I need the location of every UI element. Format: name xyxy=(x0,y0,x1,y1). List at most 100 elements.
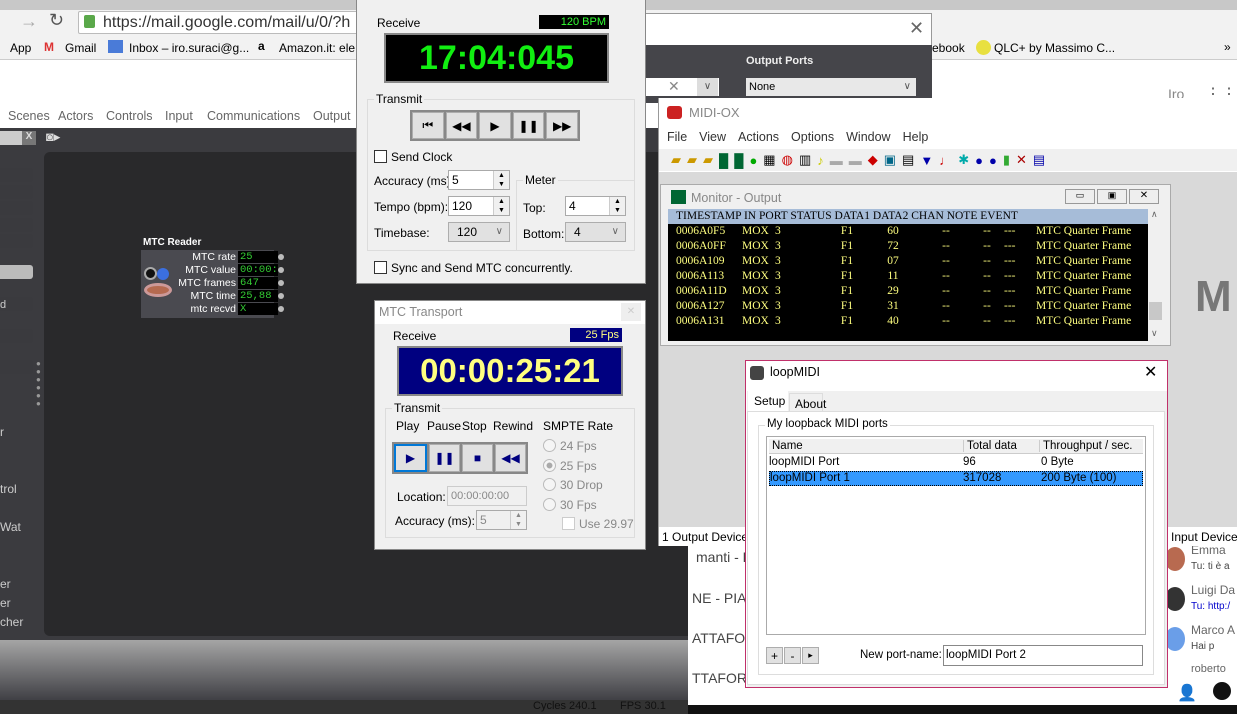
monitor-output-icon[interactable]: █ xyxy=(734,153,743,168)
column-throughput[interactable]: Throughput / sec. xyxy=(1039,440,1133,452)
menu-window[interactable]: Window xyxy=(846,130,890,144)
rate-radio-30-drop[interactable]: 30 Drop xyxy=(543,478,603,492)
midi-icon[interactable]: ◆ xyxy=(868,152,878,168)
guitar-icon[interactable]: ♪ xyxy=(817,153,824,168)
input-port-select[interactable]: ✕ ∨ xyxy=(641,78,719,96)
tempo-spinner[interactable]: 120 ▲ ▼ xyxy=(448,196,510,216)
monitor-input-icon[interactable]: █ xyxy=(719,153,728,168)
fast-forward-button[interactable]: ▶▶ xyxy=(546,112,578,139)
meter-top-spinner[interactable]: 4 ▲ ▼ xyxy=(565,196,626,216)
sidebar-item[interactable] xyxy=(0,185,33,199)
rate-radio-30[interactable]: 30 Fps xyxy=(543,498,597,512)
outlet-port[interactable] xyxy=(278,280,284,286)
location-field[interactable]: 00:00:00:00 xyxy=(447,486,527,506)
spinner-arrows-icon[interactable]: ▲ ▼ xyxy=(609,197,625,215)
menu-controls[interactable]: Controls xyxy=(106,109,153,123)
menu-communications[interactable]: Communications xyxy=(207,109,300,123)
tab-setup[interactable]: Setup xyxy=(748,391,788,413)
column-name[interactable]: Name xyxy=(772,440,803,452)
sync-mtc-checkbox[interactable]: Sync and Send MTC concurrently. xyxy=(374,261,573,275)
port-routing-icon[interactable]: ● xyxy=(749,153,757,168)
monitor-scrollbar[interactable]: ∧ ∨ xyxy=(1148,209,1163,341)
scroll-up-icon[interactable]: ∧ xyxy=(1151,209,1158,220)
output-port-select[interactable]: None ∨ xyxy=(746,78,916,96)
rewind-button[interactable]: ◀◀ xyxy=(495,444,526,472)
tab-about[interactable]: About xyxy=(789,393,826,413)
maximize-button[interactable]: ▣ xyxy=(1097,189,1127,204)
sidebar-item[interactable] xyxy=(0,201,33,215)
scroll-thumb[interactable] xyxy=(1149,302,1162,320)
note-mapping-icon[interactable]: ♩ xyxy=(939,153,952,168)
monitor-row[interactable]: 0006A113 MOX 3 F1 11 -- -- --- MTC Quarter Frame xyxy=(676,269,1148,284)
use-2997-checkbox[interactable]: Use 29.97 xyxy=(562,517,634,531)
close-icon[interactable]: ✕ xyxy=(1016,152,1027,168)
monitor-row[interactable]: 0006A0FF MOX 3 F1 72 -- -- --- MTC Quarter Frame xyxy=(676,239,1148,254)
send-clock-checkbox[interactable]: Send Clock xyxy=(374,150,452,164)
device2-icon[interactable]: ▬ xyxy=(849,153,862,168)
stop-button[interactable]: ■ xyxy=(462,444,493,472)
clear-icon[interactable]: X xyxy=(22,131,36,145)
bookmark-amazon[interactable]: Amazon.it: ele xyxy=(279,41,355,55)
filter-icon[interactable]: ▼ xyxy=(920,153,933,168)
sidebar-item-selected[interactable] xyxy=(0,265,33,279)
outlet-port[interactable] xyxy=(278,267,284,273)
spinner-arrows-icon[interactable]: ▲ ▼ xyxy=(510,511,526,529)
email-row[interactable]: manti - E xyxy=(696,549,752,565)
menu-actors[interactable]: Actors xyxy=(58,109,93,123)
menu-input[interactable]: Input xyxy=(165,109,193,123)
monitor-row[interactable]: 0006A11D MOX 3 F1 29 -- -- --- MTC Quarter Frame xyxy=(676,284,1148,299)
rewind-button[interactable]: ◀◀ xyxy=(445,112,478,139)
camera-icon[interactable]: ◙▸ xyxy=(46,129,60,145)
play-button[interactable]: ▶ xyxy=(394,444,427,472)
reload-icon[interactable]: ↻ xyxy=(49,10,64,31)
menu-scenes[interactable]: Scenes xyxy=(8,109,50,123)
device-icon[interactable]: ▬ xyxy=(830,153,843,168)
midi-port-icon[interactable]: ● xyxy=(975,153,983,168)
window-list-icon[interactable]: ▤ xyxy=(1033,152,1045,168)
spinner-arrows-icon[interactable]: ▲ ▼ xyxy=(493,197,509,215)
close-button[interactable]: ✕ xyxy=(1129,189,1159,204)
rate-radio-24[interactable]: 24 Fps xyxy=(543,439,597,453)
bookmark-facebook[interactable]: ebook xyxy=(932,41,965,55)
close-icon[interactable]: ✕ xyxy=(668,78,680,95)
monitor-row[interactable]: 0006A109 MOX 3 F1 07 -- -- --- MTC Quarter Frame xyxy=(676,254,1148,269)
person-icon[interactable]: 👤 xyxy=(1177,683,1197,703)
play-button[interactable]: ▶ xyxy=(479,112,511,139)
add-port-button[interactable]: + xyxy=(766,647,783,664)
search-field[interactable] xyxy=(0,131,22,145)
more-button[interactable]: ▸ xyxy=(802,647,819,664)
bookmark-inbox[interactable]: Inbox – iro.suraci@g... xyxy=(129,41,249,55)
email-row[interactable]: ATTAFO xyxy=(692,630,745,646)
chip-icon[interactable]: ✱ xyxy=(958,152,969,168)
monitor-row[interactable]: 0006A0F5 MOX 3 F1 60 -- -- --- MTC Quarter Frame xyxy=(676,224,1148,239)
sidebar-item[interactable] xyxy=(0,168,33,182)
display-icon[interactable]: ▣ xyxy=(884,152,896,168)
menu-actions[interactable]: Actions xyxy=(738,130,779,144)
options-icon[interactable]: ● xyxy=(989,153,997,168)
splitter-handle[interactable]: ● ● ● ● ● ● xyxy=(36,360,41,408)
menu-file[interactable]: File xyxy=(667,130,687,144)
pause-button[interactable]: ❚❚ xyxy=(429,444,460,472)
url-bar[interactable]: https://mail.google.com/mail/u/0/?h xyxy=(78,11,378,34)
meter-bottom-select[interactable]: 4 ∨ xyxy=(565,222,626,242)
bookmarks-more[interactable]: » xyxy=(1224,40,1231,54)
sidebar-item[interactable] xyxy=(0,218,33,232)
bookmark-app[interactable]: App xyxy=(10,41,31,55)
sysex-icon[interactable]: ◍ xyxy=(782,152,793,168)
keyboard-icon[interactable]: ▤ xyxy=(902,152,914,168)
email-row[interactable]: TTAFOR xyxy=(692,670,747,686)
sidebar-item[interactable] xyxy=(0,360,33,374)
timebase-select[interactable]: 120 ∨ xyxy=(448,222,510,242)
minimize-button[interactable]: ▭ xyxy=(1065,189,1095,204)
sidebar-item[interactable]: d xyxy=(0,297,33,311)
sidebar-item[interactable] xyxy=(0,234,33,248)
remove-port-button[interactable]: - xyxy=(784,647,801,664)
grid-icon[interactable]: ▦ xyxy=(763,152,775,168)
close-button[interactable]: ✕ xyxy=(1144,362,1157,382)
traffic-light-icon[interactable]: ▮ xyxy=(1003,152,1010,168)
scroll-down-icon[interactable]: ∨ xyxy=(1151,328,1158,339)
new-port-name-input[interactable]: loopMIDI Port 2 xyxy=(943,645,1143,666)
table-row[interactable]: loopMIDI Port 96 0 Byte xyxy=(769,455,1143,471)
menu-output[interactable]: Output xyxy=(313,109,351,123)
monitor-row[interactable]: 0006A127 MOX 3 F1 31 -- -- --- MTC Quarter Frame xyxy=(676,299,1148,314)
